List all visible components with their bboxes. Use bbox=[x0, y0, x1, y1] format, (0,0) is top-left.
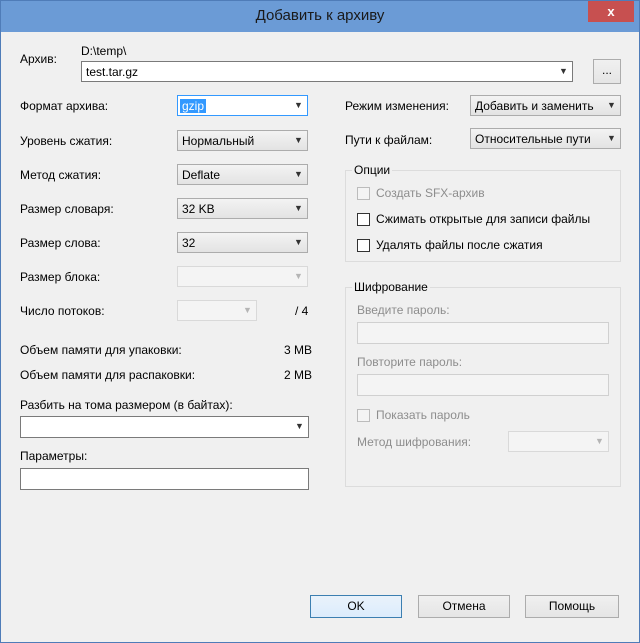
archive-name-value: test.tar.gz bbox=[86, 65, 139, 79]
format-label: Формат архива: bbox=[20, 99, 109, 113]
compress-open-label: Сжимать открытые для записи файлы bbox=[376, 212, 591, 226]
chevron-down-icon: ▼ bbox=[607, 133, 616, 143]
archive-path: D:\temp\ bbox=[81, 44, 127, 58]
password-input[interactable] bbox=[357, 322, 609, 344]
sfx-checkbox[interactable] bbox=[357, 187, 370, 200]
show-password-checkbox[interactable] bbox=[357, 409, 370, 422]
mode-value: Добавить и заменить bbox=[475, 99, 594, 113]
chevron-down-icon: ▼ bbox=[607, 100, 616, 110]
mem-pack-label: Объем памяти для упаковки: bbox=[20, 343, 182, 357]
paths-value: Относительные пути bbox=[475, 132, 591, 146]
repeat-password-input[interactable] bbox=[357, 374, 609, 396]
enter-password-label: Введите пароль: bbox=[357, 303, 450, 317]
chevron-down-icon: ▼ bbox=[595, 436, 604, 446]
show-password-label: Показать пароль bbox=[376, 408, 470, 422]
cancel-button[interactable]: Отмена bbox=[418, 595, 510, 618]
format-value: gzip bbox=[180, 99, 207, 113]
level-value: Нормальный bbox=[182, 134, 255, 148]
encryption-title: Шифрование bbox=[352, 280, 430, 294]
word-label: Размер слова: bbox=[20, 236, 101, 250]
mode-label: Режим изменения: bbox=[345, 99, 449, 113]
threads-combo[interactable]: ▼ bbox=[177, 300, 257, 321]
dict-label: Размер словаря: bbox=[20, 202, 114, 216]
dict-value: 32 KB bbox=[182, 202, 215, 216]
chevron-down-icon: ▼ bbox=[294, 100, 303, 110]
method-combo[interactable]: Deflate ▼ bbox=[177, 164, 308, 185]
split-combo[interactable]: ▼ bbox=[20, 416, 309, 438]
chevron-down-icon: ▼ bbox=[294, 271, 303, 281]
word-value: 32 bbox=[182, 236, 196, 250]
archive-label: Архив: bbox=[20, 52, 57, 66]
delete-after-label: Удалять файлы после сжатия bbox=[376, 238, 543, 252]
mode-combo[interactable]: Добавить и заменить ▼ bbox=[470, 95, 621, 116]
encryption-method-combo[interactable]: ▼ bbox=[508, 431, 609, 452]
method-label: Метод сжатия: bbox=[20, 168, 102, 182]
delete-after-checkbox[interactable] bbox=[357, 239, 370, 252]
close-button[interactable]: x bbox=[588, 1, 634, 22]
chevron-down-icon: ▼ bbox=[294, 237, 303, 247]
level-label: Уровень сжатия: bbox=[20, 134, 113, 148]
repeat-password-label: Повторите пароль: bbox=[357, 355, 463, 369]
options-title: Опции bbox=[352, 163, 393, 177]
browse-button[interactable]: ... bbox=[593, 59, 621, 84]
block-label: Размер блока: bbox=[20, 270, 101, 284]
ok-button[interactable]: OK bbox=[310, 595, 402, 618]
compress-open-checkbox[interactable] bbox=[357, 213, 370, 226]
sfx-label: Создать SFX-архив bbox=[376, 186, 485, 200]
chevron-down-icon: ▼ bbox=[294, 135, 303, 145]
mem-unpack-label: Объем памяти для распаковки: bbox=[20, 368, 196, 382]
split-label: Разбить на тома размером (в байтах): bbox=[20, 398, 233, 412]
format-combo[interactable]: gzip ▼ bbox=[177, 95, 308, 116]
word-combo[interactable]: 32 ▼ bbox=[177, 232, 308, 253]
archive-name-combo[interactable]: test.tar.gz ▼ bbox=[81, 61, 573, 82]
options-group: Опции Создать SFX-архив Сжимать открытые… bbox=[345, 163, 621, 262]
encryption-method-label: Метод шифрования: bbox=[357, 435, 472, 449]
paths-label: Пути к файлам: bbox=[345, 133, 433, 147]
params-label: Параметры: bbox=[20, 449, 88, 463]
threads-label: Число потоков: bbox=[20, 304, 105, 318]
chevron-down-icon: ▼ bbox=[243, 305, 252, 315]
dict-combo[interactable]: 32 KB ▼ bbox=[177, 198, 308, 219]
chevron-down-icon: ▼ bbox=[295, 421, 304, 431]
paths-combo[interactable]: Относительные пути ▼ bbox=[470, 128, 621, 149]
params-input[interactable] bbox=[20, 468, 309, 490]
chevron-down-icon: ▼ bbox=[559, 66, 568, 76]
method-value: Deflate bbox=[182, 168, 221, 182]
mem-pack-value: 3 MB bbox=[284, 343, 313, 357]
chevron-down-icon: ▼ bbox=[294, 169, 303, 179]
dialog-body: Архив: D:\temp\ test.tar.gz ▼ ... Формат… bbox=[8, 32, 632, 636]
block-combo[interactable]: ▼ bbox=[177, 266, 308, 287]
level-combo[interactable]: Нормальный ▼ bbox=[177, 130, 308, 151]
help-button[interactable]: Помощь bbox=[525, 595, 619, 618]
add-to-archive-dialog: Добавить к архиву x Архив: D:\temp\ test… bbox=[0, 0, 640, 643]
window-title: Добавить к архиву bbox=[255, 7, 385, 24]
mem-unpack-value: 2 MB bbox=[284, 368, 313, 382]
title-bar[interactable]: Добавить к архиву x bbox=[1, 1, 639, 32]
encryption-group: Шифрование Введите пароль: Повторите пар… bbox=[345, 280, 621, 487]
chevron-down-icon: ▼ bbox=[294, 203, 303, 213]
threads-max: / 4 bbox=[295, 304, 309, 318]
